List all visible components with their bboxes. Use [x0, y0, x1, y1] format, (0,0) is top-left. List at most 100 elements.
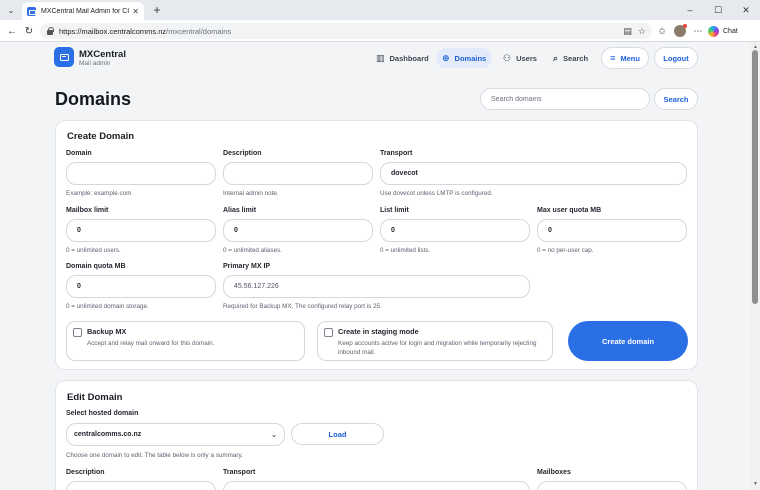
edit-domain-card: Edit Domain Select hosted domain central…	[55, 380, 698, 490]
mailbox-limit-field[interactable]: 0	[66, 219, 216, 242]
create-domain-button[interactable]: Create domain	[568, 321, 688, 361]
col-description-label: Description	[66, 469, 105, 476]
domain-label: Domain	[66, 150, 92, 157]
browser-tab[interactable]: MXCentral Mail Admin for CCL ✕	[22, 2, 144, 20]
col-transport-label: Transport	[223, 469, 256, 476]
backup-mx-option[interactable]: Backup MX Accept and relay mail onward f…	[66, 321, 305, 361]
new-tab-icon[interactable]: +	[150, 2, 164, 18]
staging-mode-desc: Keep accounts active for login and migra…	[338, 340, 537, 356]
description-label: Description	[223, 150, 262, 157]
back-arrow-icon[interactable]: ←	[4, 23, 20, 39]
favicon-icon	[27, 6, 36, 16]
scroll-down-icon[interactable]: ▼	[753, 481, 758, 487]
scroll-thumb[interactable]	[752, 50, 758, 304]
tab-title: MXCentral Mail Admin for CCL	[41, 7, 130, 15]
backup-mx-checkbox[interactable]	[73, 328, 82, 337]
page-title: Domains	[55, 89, 132, 109]
maximize-icon[interactable]: ☐	[704, 0, 732, 20]
lock-icon	[46, 27, 54, 35]
primary-mx-ip-field[interactable]: 45.56.127.226	[223, 275, 530, 298]
alias-limit-label: Alias limit	[223, 207, 257, 214]
list-limit-label: List limit	[380, 207, 409, 214]
search-icon: ⌕	[553, 52, 559, 63]
window-close-icon[interactable]: ✕	[732, 0, 760, 20]
copilot-icon	[708, 25, 719, 37]
create-domain-card: Create Domain Domain Example: example.co…	[55, 120, 698, 370]
edit-transport-field[interactable]	[223, 481, 530, 490]
nav-dashboard[interactable]: ▥ Dashboard	[370, 48, 435, 68]
app-header: MXCentral Mail admin ▥ Dashboard ⊕ Domai…	[0, 42, 750, 74]
description-hint: Internal admin note.	[223, 190, 279, 197]
max-user-quota-hint: 0 = no per-user cap.	[537, 247, 594, 254]
list-limit-hint: 0 = unlimited lists.	[380, 247, 431, 254]
domain-field[interactable]	[66, 162, 216, 185]
domain-quota-label: Domain quota MB	[66, 263, 126, 270]
transport-label: Transport	[380, 150, 413, 157]
dashboard-icon: ▥	[376, 52, 385, 63]
window-controls: – ☐ ✕	[676, 0, 760, 20]
list-limit-field[interactable]: 0	[380, 219, 530, 242]
browser-toolbar: ← ↻ https://mailbox.centralcomms.nz/mxce…	[0, 20, 760, 42]
backup-mx-desc: Accept and relay mail onward for this do…	[87, 340, 215, 347]
search-button[interactable]: Search	[654, 88, 698, 110]
edit-description-field[interactable]	[66, 481, 216, 490]
hamburger-icon: ≡	[610, 53, 616, 63]
chevron-down-icon: ⌄	[271, 431, 277, 439]
browser-tab-bar: ⌄ MXCentral Mail Admin for CCL ✕ + – ☐ ✕	[0, 0, 760, 20]
domain-quota-field[interactable]: 0	[66, 275, 216, 298]
nav-search[interactable]: ⌕ Search	[547, 48, 594, 68]
alias-limit-hint: 0 = unlimited aliases.	[223, 247, 282, 254]
globe-icon: ⊕	[442, 52, 450, 63]
edit-domain-title: Edit Domain	[67, 392, 123, 403]
more-options-icon[interactable]: ⋯	[691, 24, 705, 38]
transport-hint: Use dovecot unless LMTP is configured.	[380, 190, 493, 197]
nav-search-label: Search	[563, 53, 589, 63]
primary-mx-ip-hint: Required for Backup MX. The configured r…	[223, 303, 382, 310]
create-domain-title: Create Domain	[67, 131, 135, 142]
logout-button[interactable]: Logout	[654, 47, 698, 69]
transport-field[interactable]: dovecot	[380, 162, 687, 185]
copilot-chat-button[interactable]: Chat	[708, 24, 738, 38]
reload-icon[interactable]: ↻	[21, 23, 37, 39]
menu-button[interactable]: ≡ Menu	[601, 47, 649, 69]
nav-domains-label: Domains	[454, 53, 487, 63]
edit-mailboxes-field[interactable]	[537, 481, 687, 490]
backup-mx-title: Backup MX	[87, 327, 127, 336]
domain-quota-hint: 0 = unlimited domain storage.	[66, 303, 149, 310]
hosted-domain-select[interactable]: centralcomms.co.nz ⌄	[66, 423, 285, 446]
nav-domains[interactable]: ⊕ Domains	[436, 48, 493, 68]
description-field[interactable]	[223, 162, 373, 185]
menu-label: Menu	[620, 53, 640, 63]
url-text: https://mailbox.centralcomms.nz/mxcentra…	[59, 26, 232, 36]
reader-mode-icon[interactable]: ▤	[623, 26, 632, 37]
select-domain-label: Select hosted domain	[66, 410, 139, 417]
staging-mode-title: Create in staging mode	[338, 327, 419, 336]
favorite-star-icon[interactable]: ☆	[638, 26, 646, 37]
minimize-icon[interactable]: –	[676, 0, 704, 20]
favorites-icon[interactable]: ✩	[655, 24, 669, 38]
search-domains-input[interactable]	[480, 88, 650, 110]
tab-list-chevron-icon[interactable]: ⌄	[4, 4, 18, 17]
max-user-quota-field[interactable]: 0	[537, 219, 687, 242]
selected-domain-value: centralcomms.co.nz	[74, 431, 142, 438]
page-scrollbar[interactable]: ▲ ▼	[750, 42, 760, 490]
alias-limit-field[interactable]: 0	[223, 219, 373, 242]
staging-mode-option[interactable]: Create in staging mode Keep accounts act…	[317, 321, 553, 361]
chat-label: Chat	[723, 27, 738, 35]
users-icon: ⚇	[503, 52, 512, 63]
nav-users-label: Users	[516, 53, 537, 63]
mailbox-limit-hint: 0 = unlimited users.	[66, 247, 121, 254]
address-bar[interactable]: https://mailbox.centralcomms.nz/mxcentra…	[40, 23, 652, 39]
nav-dashboard-label: Dashboard	[389, 53, 429, 63]
staging-mode-checkbox[interactable]	[324, 328, 333, 337]
nav-users[interactable]: ⚇ Users	[497, 48, 543, 68]
brand-name: MXCentral	[79, 49, 126, 60]
col-mailboxes-label: Mailboxes	[537, 469, 571, 476]
primary-mx-ip-label: Primary MX IP	[223, 263, 271, 270]
load-button[interactable]: Load	[291, 423, 384, 445]
domain-hint: Example: example.com	[66, 190, 132, 197]
mail-logo-icon	[54, 47, 74, 67]
mailbox-limit-label: Mailbox limit	[66, 207, 109, 214]
notification-dot-icon	[683, 24, 687, 28]
tab-close-icon[interactable]: ✕	[132, 7, 139, 16]
